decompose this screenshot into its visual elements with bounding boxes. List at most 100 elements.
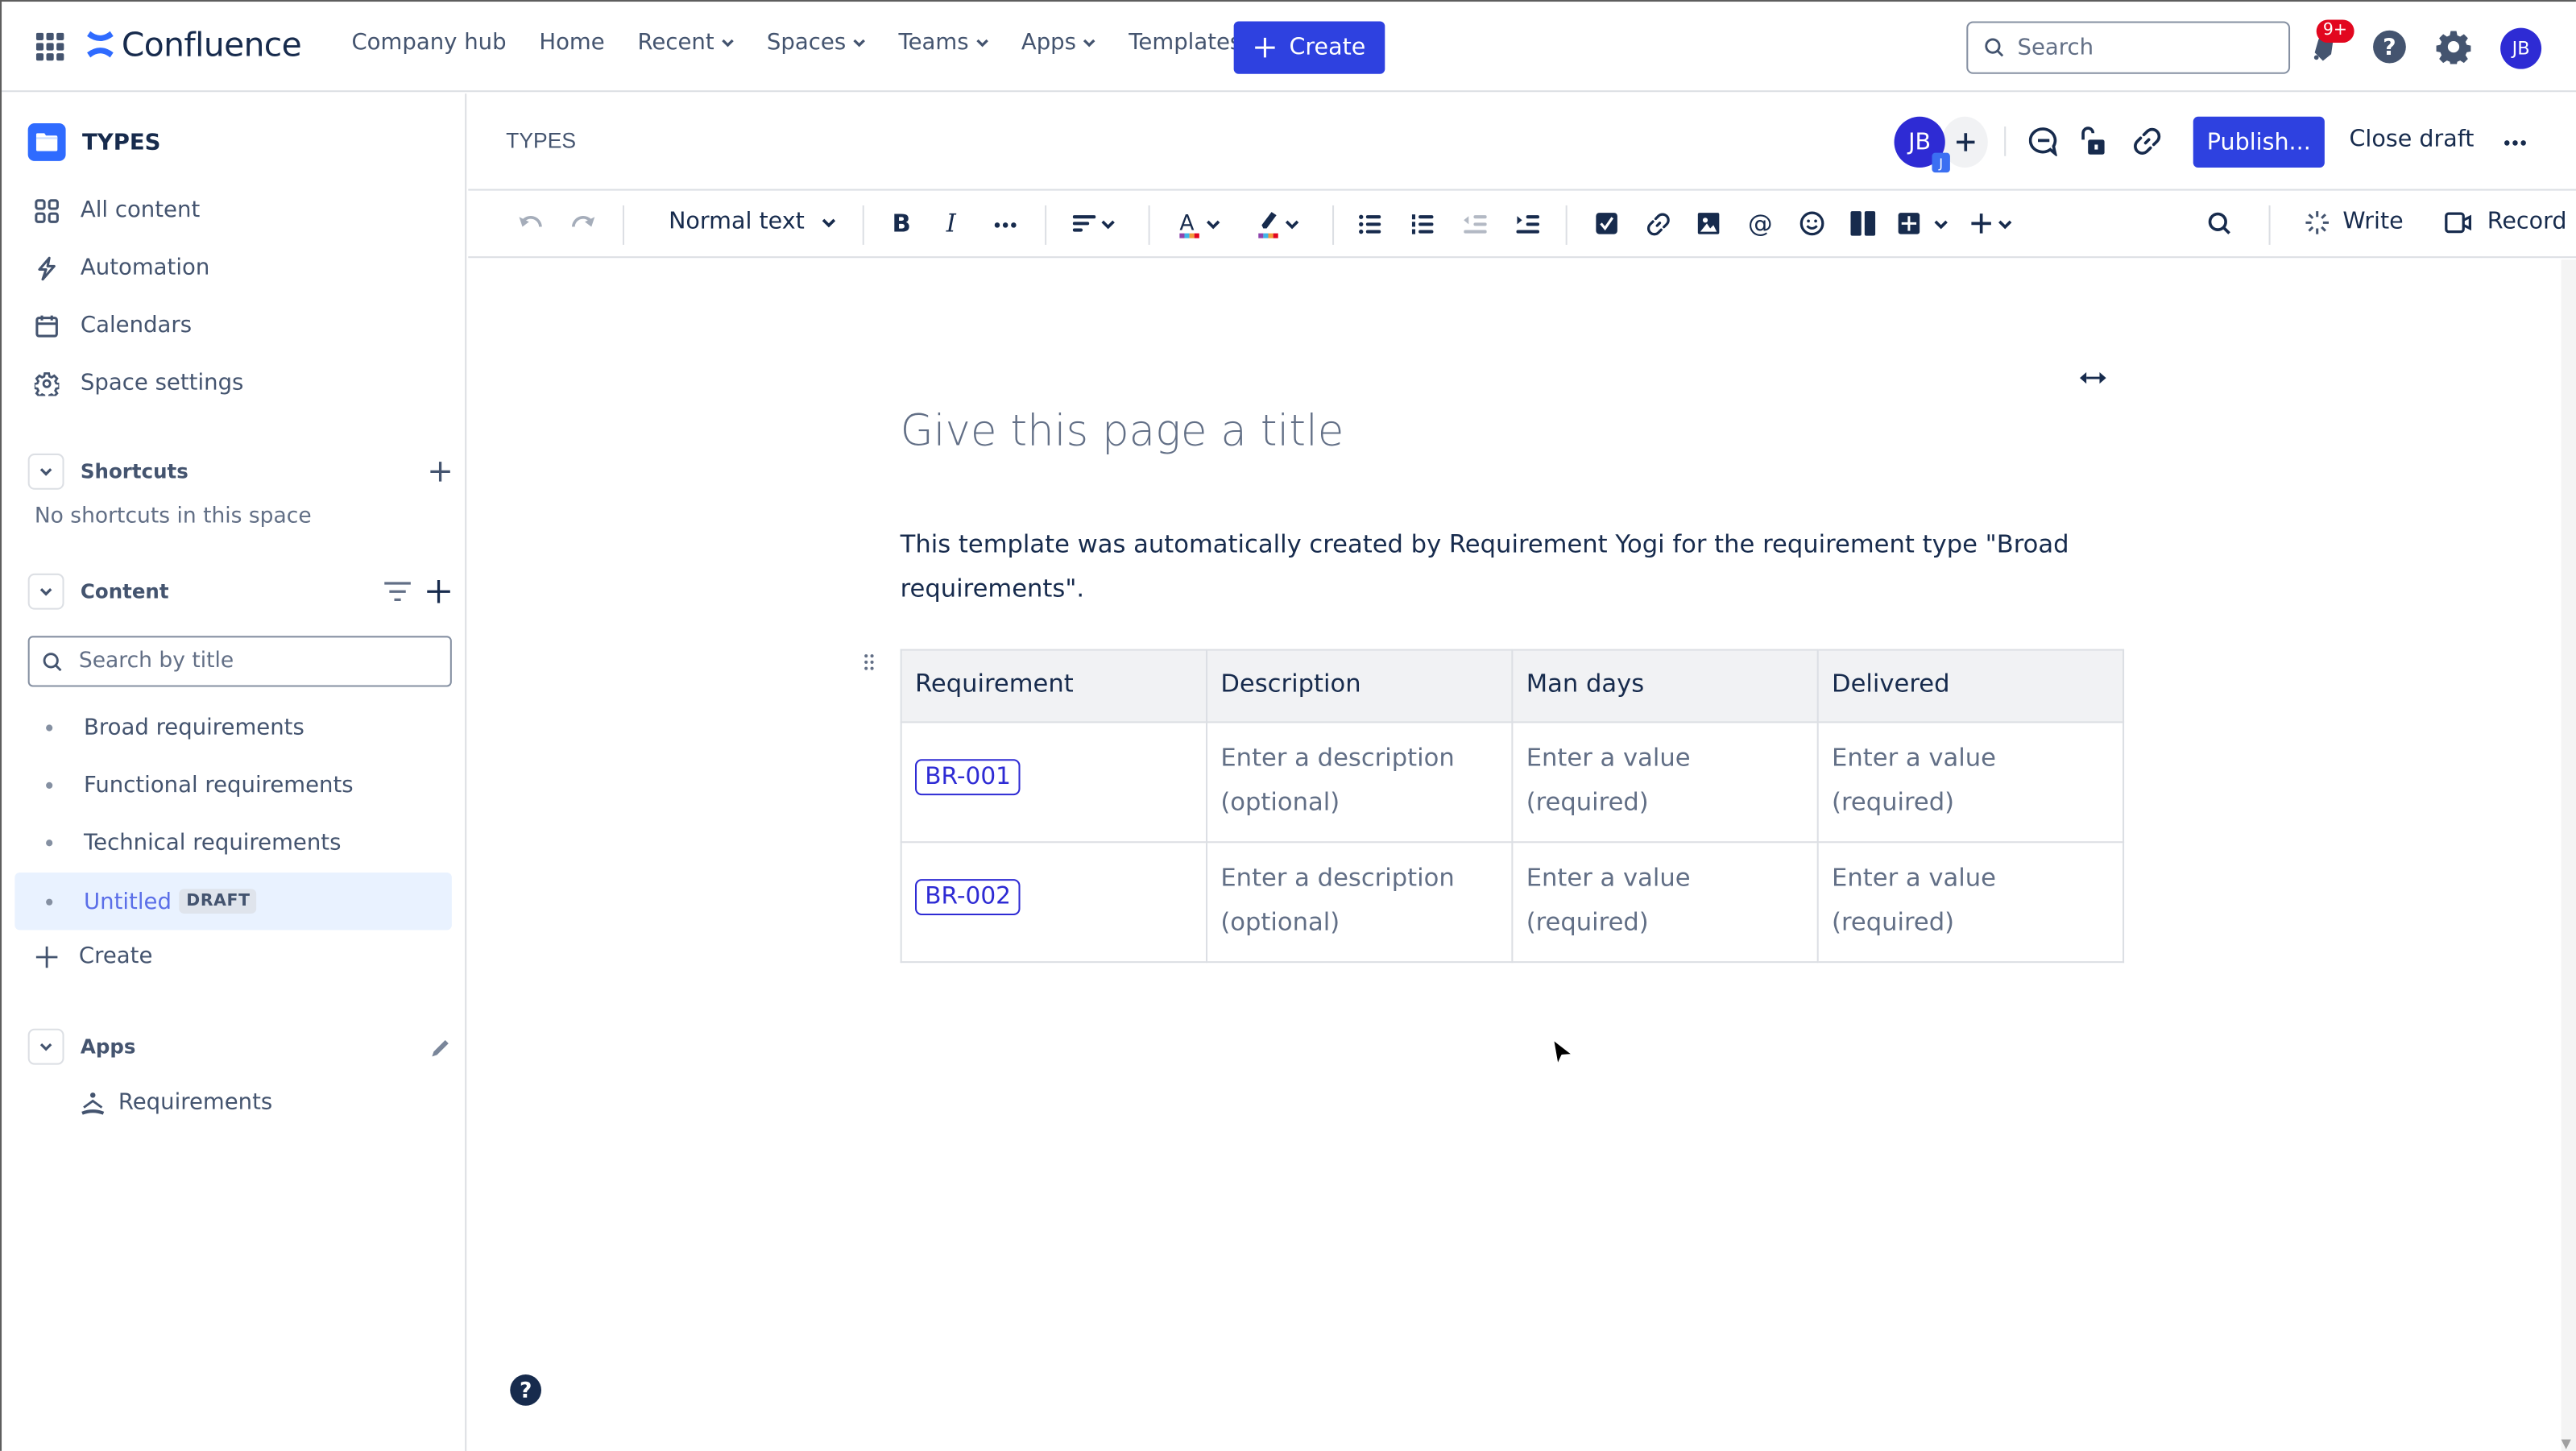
bullet-list-button[interactable] (1359, 214, 1382, 235)
page-title-input[interactable]: Give this page a title (901, 408, 1344, 457)
emoji-button[interactable] (1799, 210, 1825, 237)
breadcrumb[interactable]: TYPES (506, 128, 576, 153)
cell-man-days[interactable]: Enter a value (required) (1511, 721, 1819, 844)
content-collapse-button[interactable] (27, 573, 64, 610)
tree-item-technical-requirements[interactable]: Technical requirements (14, 814, 452, 871)
write-ai-button[interactable]: Write (2305, 209, 2404, 235)
more-formatting-button[interactable] (994, 222, 1017, 228)
scroll-down-arrow-icon[interactable] (2561, 1439, 2571, 1449)
header-delivered[interactable]: Delivered (1816, 649, 2125, 723)
add-shortcut-icon[interactable] (429, 460, 452, 483)
sidebar-item-space-settings[interactable]: Space settings (34, 370, 243, 396)
close-draft-button[interactable]: Close draft (2349, 126, 2474, 153)
indent-button[interactable] (1516, 214, 1540, 235)
header-description[interactable]: Description (1205, 649, 1514, 723)
numbered-list-button[interactable] (1411, 214, 1435, 235)
bold-button[interactable]: B (892, 210, 911, 235)
copy-link-button[interactable] (2132, 126, 2162, 156)
header-requirement[interactable]: Requirement (900, 649, 1208, 723)
user-avatar[interactable]: JB (2500, 27, 2542, 69)
collaborator-avatar[interactable]: JB J (1894, 116, 1950, 173)
apps-collapse-button[interactable] (27, 1028, 64, 1065)
action-item-button[interactable] (1595, 212, 1618, 235)
publish-button[interactable]: Publish... (2193, 116, 2325, 168)
table-dropdown[interactable] (1898, 212, 1949, 235)
chevron-down-icon (1998, 219, 2012, 229)
intro-paragraph[interactable]: This template was automatically created … (901, 523, 2083, 611)
requirement-key-badge[interactable]: BR-001 (915, 759, 1021, 796)
restrictions-button[interactable] (2078, 126, 2108, 156)
cell-description[interactable]: Enter a description (optional) (1205, 721, 1514, 844)
cell-requirement[interactable]: BR-002 (900, 841, 1208, 964)
search-input[interactable]: Search (1966, 21, 2291, 74)
text-color-icon: A (1179, 211, 1199, 238)
comments-button[interactable] (2028, 126, 2059, 156)
nav-company-hub[interactable]: Company hub (351, 30, 506, 56)
italic-button[interactable]: I (945, 210, 964, 235)
shortcuts-collapse-button[interactable] (27, 453, 64, 490)
nav-home[interactable]: Home (539, 30, 604, 56)
nav-apps[interactable]: Apps (1021, 30, 1096, 56)
text-color-dropdown[interactable]: A (1178, 210, 1220, 238)
cell-requirement[interactable]: BR-001 (900, 721, 1208, 844)
nav-spaces[interactable]: Spaces (767, 30, 866, 56)
redo-icon (571, 216, 595, 227)
space-header[interactable]: TYPES (27, 122, 161, 161)
header-man-days[interactable]: Man days (1511, 649, 1819, 723)
app-switcher-icon[interactable] (35, 32, 64, 61)
cell-description[interactable]: Enter a description (optional) (1205, 841, 1514, 964)
bullet-icon (46, 781, 53, 788)
alignment-dropdown[interactable] (1072, 214, 1116, 233)
cell-delivered[interactable]: Enter a value (required) (1816, 721, 2125, 844)
confluence-logo[interactable]: Confluence (85, 25, 302, 64)
layouts-button[interactable] (1849, 210, 1876, 237)
outdent-button[interactable] (1464, 214, 1487, 235)
grid-icon (35, 198, 59, 222)
mention-button[interactable]: @ (1748, 210, 1775, 237)
link-button[interactable] (1646, 212, 1671, 237)
shortcuts-title: Shortcuts (80, 460, 188, 483)
help-icon: ? (2373, 30, 2406, 64)
create-button[interactable]: Create (1233, 21, 1385, 74)
text-style-dropdown[interactable]: Normal text (669, 209, 836, 235)
app-item-requirements[interactable]: Requirements (81, 1089, 272, 1116)
page-width-toggle[interactable] (2078, 370, 2108, 386)
scrollbar[interactable] (2561, 259, 2576, 1451)
divider (2004, 126, 2007, 156)
nav-recent[interactable]: Recent (637, 30, 734, 56)
undo-button[interactable] (517, 212, 544, 235)
main-content: TYPES JB J Publish... Close draft Normal… (468, 93, 2576, 1451)
notification-badge: 9+ (2316, 19, 2354, 44)
mouse-cursor-icon (1549, 1035, 1579, 1072)
create-content-button[interactable]: Create (35, 943, 152, 969)
find-replace-button[interactable] (2208, 212, 2231, 235)
nav-templates[interactable]: Templates (1129, 30, 1241, 56)
help-floating-button[interactable]: ? (509, 1374, 542, 1407)
insert-dropdown[interactable] (1969, 212, 2012, 235)
filter-icon[interactable] (383, 580, 412, 603)
sidebar-item-all-content[interactable]: All content (35, 197, 200, 223)
tree-item-broad-requirements[interactable]: Broad requirements (14, 699, 452, 756)
nav-teams[interactable]: Teams (898, 30, 988, 56)
help-button[interactable]: ? (2372, 30, 2407, 64)
cell-delivered[interactable]: Enter a value (required) (1816, 841, 2125, 964)
sidebar-item-calendars[interactable]: Calendars (35, 313, 192, 338)
search-by-title-input[interactable]: Search by title (27, 636, 452, 687)
tree-item-untitled[interactable]: Untitled DRAFT (14, 872, 452, 931)
pencil-icon[interactable] (430, 1036, 452, 1058)
more-actions-button[interactable] (2504, 139, 2527, 146)
search-icon (43, 652, 62, 671)
tree-item-functional-requirements[interactable]: Functional requirements (14, 756, 452, 813)
image-button[interactable] (1697, 212, 1721, 235)
settings-button[interactable] (2436, 30, 2471, 64)
redo-button[interactable] (570, 212, 597, 235)
add-content-icon[interactable] (425, 578, 452, 605)
chevron-down-icon (721, 39, 734, 48)
record-button[interactable]: Record (2445, 209, 2566, 235)
sidebar-item-automation[interactable]: Automation (35, 255, 209, 281)
drag-handle-icon[interactable] (864, 654, 874, 670)
requirement-yogi-icon (81, 1092, 105, 1114)
cell-man-days[interactable]: Enter a value (required) (1511, 841, 1819, 964)
requirement-key-badge[interactable]: BR-002 (915, 879, 1021, 916)
highlight-color-dropdown[interactable] (1257, 210, 1299, 238)
